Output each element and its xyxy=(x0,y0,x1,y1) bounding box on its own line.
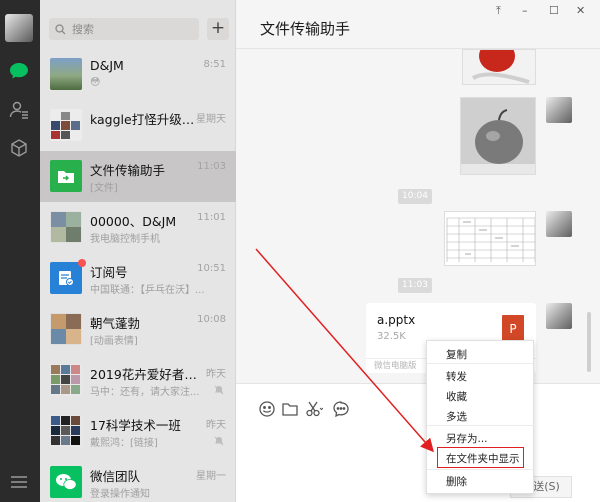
close-button[interactable]: ✕ xyxy=(576,4,585,17)
chat-preview: 登录操作通知 xyxy=(90,489,150,500)
group-avatar xyxy=(50,364,82,396)
chat-preview: [动画表情] xyxy=(90,336,138,347)
file-size: 32.5K xyxy=(377,331,406,342)
emoji-icon[interactable] xyxy=(258,400,276,418)
subscriptions-avatar xyxy=(50,262,82,294)
chat-item-flower-club[interactable]: 2019花卉爱好者协会 昨天 马中：还有，请大家注... xyxy=(40,355,236,406)
unread-dot xyxy=(78,259,86,267)
message-input-area[interactable]: 发送(S) xyxy=(236,383,600,502)
self-avatar[interactable] xyxy=(546,211,572,237)
menu-item-save-as[interactable]: 另存为... xyxy=(446,431,488,446)
folder-arrow-icon xyxy=(58,170,74,183)
self-avatar[interactable] xyxy=(546,97,572,123)
menu-divider xyxy=(427,363,535,364)
document-check-icon xyxy=(59,271,74,286)
chat-name: kaggle打怪升级小... xyxy=(90,112,198,127)
chat-item-00000-djm[interactable]: 00000、D&JM 11:01 我电脑控制手机 xyxy=(40,202,236,253)
chat-name: 文件传输助手 xyxy=(90,163,166,178)
pin-button[interactable]: ⤒ xyxy=(496,4,501,18)
wechat-logo-icon xyxy=(56,474,77,490)
chat-time: 10:51 xyxy=(197,263,226,274)
chat-time: 8:51 xyxy=(203,59,226,70)
menu-item-copy[interactable]: 复制 xyxy=(446,347,467,362)
menu-item-multiselect[interactable]: 多选 xyxy=(446,409,467,424)
chat-avatar xyxy=(50,58,82,90)
chat-name: 00000、D&JM xyxy=(90,214,177,229)
chat-time: 10:08 xyxy=(197,314,226,325)
add-chat-button[interactable]: + xyxy=(207,18,229,40)
minimize-button[interactable]: – xyxy=(522,4,528,17)
chat-icon[interactable] xyxy=(8,60,30,82)
wechat-team-avatar xyxy=(50,466,82,498)
header-divider xyxy=(236,48,600,49)
chat-name: 17科学技术一班 xyxy=(90,418,181,433)
image-message[interactable] xyxy=(462,49,536,85)
cube-icon[interactable] xyxy=(8,137,30,159)
group-avatar xyxy=(50,313,82,345)
chat-item-class-17[interactable]: 17科学技术一班 昨天 戴熙鸿：[链接] xyxy=(40,406,236,457)
nav-bar xyxy=(0,0,40,502)
file-name: a.pptx xyxy=(377,313,416,327)
chat-name: D&JM xyxy=(90,58,124,73)
chat-pane: 文件传输助手 ⤒ – ☐ ✕ 10:04 11:03 a.pptx 32.5K … xyxy=(236,0,600,502)
menu-divider xyxy=(427,425,535,426)
chat-preview: 我电脑控制手机 xyxy=(90,234,160,245)
chat-time: 昨天 xyxy=(206,420,226,431)
chat-name: 订阅号 xyxy=(90,265,128,280)
chat-name: 朝气蓬勃 xyxy=(90,316,141,331)
chat-preview: 马中：还有，请大家注... xyxy=(90,387,200,398)
search-icon xyxy=(55,23,66,34)
group-avatar xyxy=(50,109,82,141)
group-avatar xyxy=(50,415,82,447)
chat-sidebar: 搜索 + D&JM 8:51 😳 kaggle打怪升级小... 星期天 文件传输… xyxy=(40,0,236,502)
search-placeholder: 搜索 xyxy=(72,23,94,36)
chat-preview: 😳 xyxy=(90,77,101,88)
mute-bell-icon xyxy=(214,436,224,446)
group-avatar xyxy=(50,211,82,243)
chat-preview: [文件] xyxy=(90,183,118,194)
contacts-icon[interactable] xyxy=(8,99,30,121)
chat-time: 11:03 xyxy=(197,161,226,172)
time-divider: 10:04 xyxy=(398,189,432,204)
file-transfer-avatar xyxy=(50,160,82,192)
time-divider: 11:03 xyxy=(398,278,432,293)
chat-item-subscriptions[interactable]: 订阅号 10:51 中国联通：【乒乓在沃】... xyxy=(40,253,236,304)
highlight-box xyxy=(437,447,524,468)
chat-time: 星期一 xyxy=(196,471,226,482)
scissors-icon[interactable] xyxy=(305,400,323,418)
ppt-file-icon: P xyxy=(502,315,524,343)
chat-name: 微信团队 xyxy=(90,469,141,484)
image-message[interactable] xyxy=(444,211,536,266)
chat-item-zhaoqi[interactable]: 朝气蓬勃 10:08 [动画表情] xyxy=(40,304,236,355)
chat-scrollbar[interactable] xyxy=(587,312,591,372)
chat-time: 11:01 xyxy=(197,212,226,223)
maximize-button[interactable]: ☐ xyxy=(549,4,559,17)
mute-bell-icon xyxy=(214,385,224,395)
chat-name: 2019花卉爱好者协会 xyxy=(90,367,198,382)
self-avatar[interactable] xyxy=(546,303,572,329)
image-message[interactable] xyxy=(460,97,536,175)
menu-item-favorite[interactable]: 收藏 xyxy=(446,389,467,404)
chat-list: D&JM 8:51 😳 kaggle打怪升级小... 星期天 文件传输助手 11… xyxy=(40,49,236,502)
chat-item-file-transfer[interactable]: 文件传输助手 11:03 [文件] xyxy=(40,151,236,202)
chat-item-wechat-team[interactable]: 微信团队 星期一 登录操作通知 xyxy=(40,457,236,502)
folder-icon[interactable] xyxy=(281,400,299,418)
chat-preview: 戴熙鸿：[链接] xyxy=(90,438,158,449)
search-input[interactable]: 搜索 xyxy=(49,18,199,40)
menu-item-delete[interactable]: 删除 xyxy=(446,474,467,489)
chat-title: 文件传输助手 xyxy=(260,20,351,38)
menu-item-forward[interactable]: 转发 xyxy=(446,369,467,384)
menu-divider xyxy=(427,469,535,470)
user-avatar[interactable] xyxy=(5,14,33,42)
chat-time: 昨天 xyxy=(206,369,226,380)
chat-item-kaggle[interactable]: kaggle打怪升级小... 星期天 xyxy=(40,100,236,151)
menu-icon[interactable] xyxy=(8,471,30,493)
chat-time: 星期天 xyxy=(196,114,226,125)
chat-item-djm[interactable]: D&JM 8:51 😳 xyxy=(40,49,236,100)
context-menu: 复制 转发 收藏 多选 另存为... 在文件夹中显示 删除 xyxy=(426,340,535,494)
chat-preview: 中国联通：【乒乓在沃】... xyxy=(90,285,205,296)
chat-bubble-icon[interactable] xyxy=(332,400,350,418)
